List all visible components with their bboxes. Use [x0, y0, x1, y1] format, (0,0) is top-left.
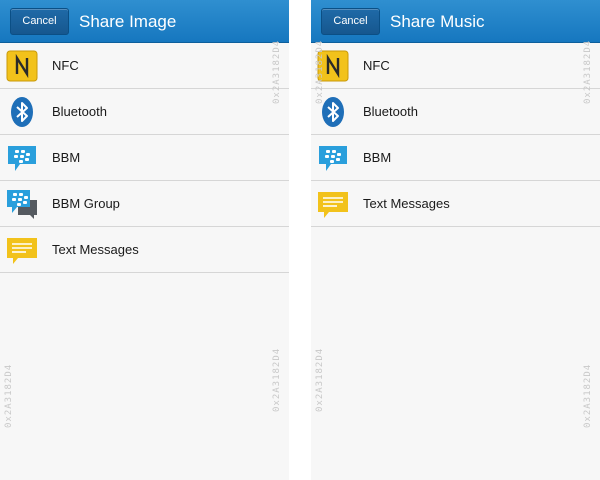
- title-bar: Cancel Share Image: [0, 0, 289, 43]
- list-item-label: NFC: [363, 58, 390, 73]
- list-item-label: BBM Group: [52, 196, 120, 211]
- list-item-bluetooth[interactable]: Bluetooth: [0, 89, 289, 135]
- watermark: 0x2A3182D4: [315, 347, 325, 412]
- list-item-label: BBM: [52, 150, 81, 165]
- bluetooth-icon: [6, 96, 38, 128]
- watermark: 0x2A3182D4: [272, 39, 282, 104]
- title-bar: Cancel Share Music: [311, 0, 600, 43]
- bbm-icon: [6, 142, 38, 174]
- watermark: 0x2A3182D4: [4, 363, 14, 428]
- list-item-bbm[interactable]: BBM: [311, 135, 600, 181]
- share-image-screen: Cancel Share Image NFC Bluetooth BBM BBM…: [0, 0, 289, 480]
- nfc-icon: [6, 50, 38, 82]
- page-title: Share Image: [79, 12, 177, 31]
- list-item-label: Text Messages: [363, 196, 450, 211]
- bbm-icon: [317, 142, 349, 174]
- list-item-label: BBM: [363, 150, 392, 165]
- list-item-text-messages[interactable]: Text Messages: [311, 181, 600, 227]
- text-messages-icon: [317, 188, 349, 220]
- page-title: Share Music: [390, 12, 485, 31]
- list-item-text-messages[interactable]: Text Messages: [0, 227, 289, 273]
- text-messages-icon: [6, 234, 38, 266]
- list-item-nfc[interactable]: NFC: [311, 43, 600, 89]
- watermark: 0x2A3182D4: [315, 39, 325, 104]
- list-item-nfc[interactable]: NFC: [0, 43, 289, 89]
- watermark: 0x2A3182D4: [272, 347, 282, 412]
- list-item-bbm-group[interactable]: BBM Group: [0, 181, 289, 227]
- watermark: 0x2A3182D4: [583, 363, 593, 428]
- cancel-button[interactable]: Cancel: [10, 8, 69, 35]
- cancel-button[interactable]: Cancel: [321, 8, 380, 35]
- bbm-group-icon: [6, 188, 38, 220]
- list-item-bbm[interactable]: BBM: [0, 135, 289, 181]
- list-item-label: Text Messages: [52, 242, 139, 257]
- list-item-bluetooth[interactable]: Bluetooth: [311, 89, 600, 135]
- share-target-list: NFC Bluetooth BBM BBM Group Text Message…: [0, 43, 289, 273]
- list-item-label: Bluetooth: [363, 104, 418, 119]
- watermark: 0x2A3182D4: [583, 39, 593, 104]
- list-item-label: NFC: [52, 58, 79, 73]
- list-item-label: Bluetooth: [52, 104, 107, 119]
- share-music-screen: Cancel Share Music NFC Bluetooth BBM Tex…: [311, 0, 600, 480]
- share-target-list: NFC Bluetooth BBM Text Messages: [311, 43, 600, 227]
